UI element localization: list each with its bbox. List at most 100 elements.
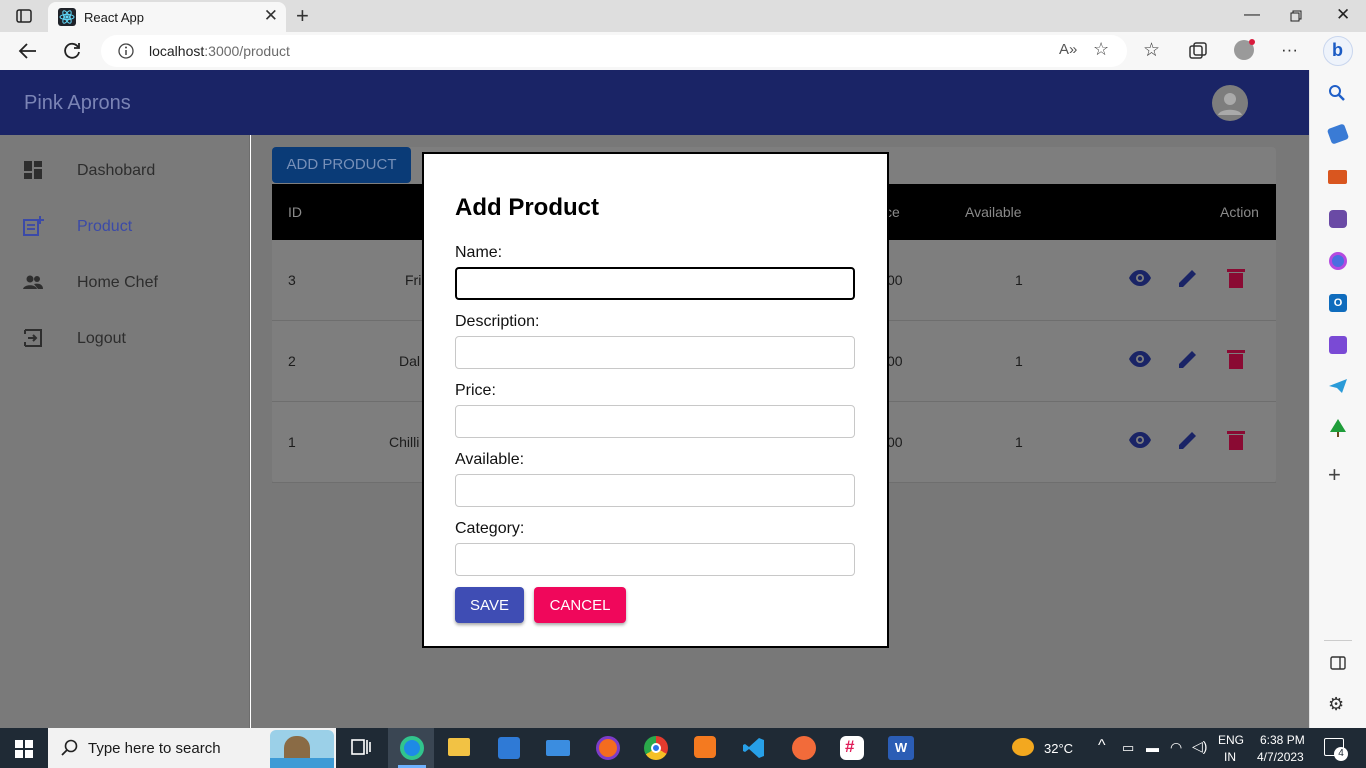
browser-tab[interactable]: React App ✕	[48, 2, 286, 32]
nav-item-dashboard[interactable]: Dashobard	[0, 143, 250, 199]
add-sidebar-app-icon[interactable]: +	[1328, 462, 1341, 488]
taskbar-search-box[interactable]: Type here to search	[48, 728, 336, 768]
read-aloud-icon[interactable]: A»	[1059, 41, 1077, 58]
xampp-icon[interactable]	[694, 736, 716, 758]
minimize-icon[interactable]: —	[1244, 6, 1260, 24]
cell-id: 3	[288, 272, 296, 288]
show-hidden-icons-icon[interactable]: ^	[1098, 737, 1106, 755]
sidebar-divider	[1324, 640, 1352, 641]
name-field[interactable]	[455, 267, 855, 300]
person-icon	[1218, 93, 1242, 115]
col-available: Available	[965, 204, 1022, 220]
delete-icon[interactable]	[1224, 266, 1248, 290]
add-favorite-icon[interactable]: ☆	[1093, 39, 1109, 60]
collections-icon[interactable]	[1189, 42, 1207, 60]
temperature-text[interactable]: 32°C	[1044, 741, 1073, 756]
chrome-icon[interactable]	[644, 736, 668, 760]
edit-icon[interactable]	[1176, 347, 1200, 371]
refresh-icon[interactable]	[62, 41, 82, 61]
view-icon[interactable]	[1128, 428, 1152, 452]
language-secondary[interactable]: IN	[1224, 750, 1236, 764]
mail-icon[interactable]	[546, 740, 570, 756]
new-tab-icon[interactable]: +	[296, 3, 309, 29]
tools-icon[interactable]	[1328, 170, 1347, 184]
cell-available: 1	[1015, 272, 1023, 288]
delete-icon[interactable]	[1224, 347, 1248, 371]
url-host: localhost	[149, 43, 205, 59]
tab-actions-icon[interactable]	[16, 8, 32, 24]
nav-item-home-chef[interactable]: Home Chef	[0, 255, 250, 311]
edge-sidebar	[1309, 70, 1366, 728]
sidebar-settings-icon[interactable]: ⚙	[1328, 694, 1344, 715]
description-field[interactable]	[455, 336, 855, 369]
cell-price: 00	[887, 434, 903, 450]
nav-item-product[interactable]: Product	[0, 199, 250, 255]
favorites-icon[interactable]: ☆	[1143, 39, 1160, 62]
cell-price: 00	[887, 272, 903, 288]
tab-title: React App	[84, 10, 144, 25]
clock-time[interactable]: 6:38 PM	[1260, 733, 1305, 747]
cell-name: Fri	[405, 272, 422, 288]
office-icon[interactable]	[1329, 252, 1347, 270]
battery-icon[interactable]: ▬	[1146, 740, 1159, 755]
vscode-icon[interactable]	[742, 736, 766, 760]
edit-icon[interactable]	[1176, 428, 1200, 452]
games-icon[interactable]	[1329, 210, 1347, 228]
volume-icon[interactable]: ◁)	[1192, 738, 1207, 755]
info-icon[interactable]	[118, 43, 134, 59]
user-avatar[interactable]	[1212, 85, 1248, 121]
word-icon[interactable]: W	[888, 736, 914, 760]
logout-icon	[24, 329, 42, 347]
cell-id: 1	[288, 434, 296, 450]
edit-icon[interactable]	[1176, 266, 1200, 290]
file-explorer-icon[interactable]	[448, 738, 470, 756]
tree-icon[interactable]	[1328, 418, 1348, 438]
address-bar[interactable]: localhost:3000/product A» ☆	[101, 35, 1127, 67]
hide-sidebar-icon[interactable]	[1330, 656, 1346, 670]
outlook-icon[interactable]: O	[1329, 294, 1347, 312]
language-primary[interactable]: ENG	[1218, 733, 1244, 747]
more-menu-icon[interactable]: ···	[1281, 40, 1298, 60]
url-path: :3000/product	[204, 43, 290, 59]
add-product-dialog: Add Product Name: Description: Price: Av…	[422, 152, 889, 648]
bing-copilot-icon[interactable]: b	[1323, 36, 1353, 66]
store-icon[interactable]	[498, 737, 520, 759]
send-icon[interactable]	[1328, 378, 1348, 394]
available-field[interactable]	[455, 474, 855, 507]
wifi-icon[interactable]: ◠	[1170, 739, 1182, 756]
view-icon[interactable]	[1128, 266, 1152, 290]
delete-icon[interactable]	[1224, 428, 1248, 452]
price-field[interactable]	[455, 405, 855, 438]
restore-icon[interactable]	[1290, 10, 1302, 22]
cancel-button[interactable]: CANCEL	[534, 587, 626, 623]
nav-label: Logout	[77, 330, 126, 347]
device-icon[interactable]: ▭	[1122, 740, 1134, 756]
designer-icon[interactable]	[1329, 336, 1347, 354]
tab-close-icon[interactable]: ✕	[264, 6, 278, 26]
dashboard-icon	[24, 161, 42, 179]
save-button[interactable]: SAVE	[455, 587, 524, 623]
firefox-icon[interactable]	[596, 736, 620, 760]
add-product-button[interactable]: ADD PRODUCT	[272, 147, 411, 183]
clock-date[interactable]: 4/7/2023	[1257, 750, 1304, 764]
back-icon[interactable]	[18, 42, 38, 60]
view-icon[interactable]	[1128, 347, 1152, 371]
task-view-icon[interactable]	[349, 736, 373, 760]
brand-title: Pink Aprons	[24, 92, 131, 114]
name-label: Name:	[455, 244, 503, 261]
react-logo-icon	[58, 8, 76, 26]
nav-label: Product	[77, 218, 133, 235]
windows-start-icon[interactable]	[15, 740, 33, 758]
postman-icon[interactable]	[792, 736, 816, 760]
col-id: ID	[288, 204, 302, 220]
slack-icon[interactable]: #	[840, 736, 864, 760]
weather-icon[interactable]	[1012, 738, 1034, 756]
search-icon[interactable]	[1328, 84, 1346, 102]
window-close-icon[interactable]: ✕	[1336, 5, 1350, 25]
edge-taskbar-icon[interactable]	[400, 736, 424, 760]
nav-item-logout[interactable]: Logout	[0, 311, 250, 367]
category-field[interactable]	[455, 543, 855, 576]
cell-id: 2	[288, 353, 296, 369]
cell-available: 1	[1015, 353, 1023, 369]
profile-badge	[1249, 39, 1255, 45]
